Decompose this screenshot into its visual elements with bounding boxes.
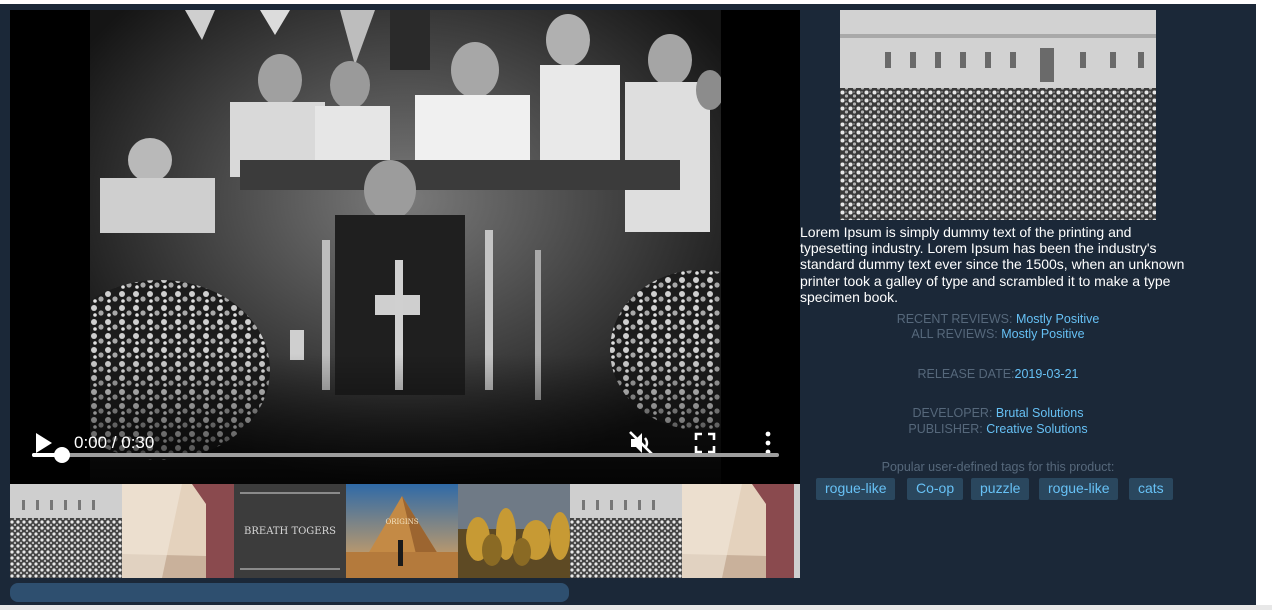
release-date-value: 2019-03-21 [1014, 367, 1079, 381]
tag-rogue-like[interactable]: rogue-like [1039, 478, 1119, 500]
tag-co-op[interactable]: Co-op [907, 478, 964, 500]
thumbnail-scrollbar-thumb[interactable] [10, 583, 569, 602]
window-frame-bottom [0, 605, 1272, 610]
release-date-row: RELEASE DATE:2019-03-21 [800, 366, 1196, 382]
release-date-label: RELEASE DATE: [917, 367, 1015, 381]
recent-reviews-row: RECENT REVIEWS: Mostly Positive [800, 311, 1196, 327]
thumbnail-image [122, 484, 234, 578]
all-reviews-label: ALL REVIEWS: [911, 327, 998, 341]
publisher-label: PUBLISHER: [908, 422, 983, 436]
thumbnail-room-corner[interactable] [122, 484, 234, 578]
thumbnail-image: BREATH TOGERS [234, 484, 346, 578]
thumbnail-crowd-palace[interactable] [10, 484, 122, 578]
thumbnail-image [682, 484, 794, 578]
thumbnail-strip: BREATH TOGERS ORIGINS [10, 484, 800, 578]
seek-bar[interactable] [32, 447, 779, 463]
thumbnail-room-corner[interactable] [682, 484, 794, 578]
window-frame-right [1256, 0, 1272, 610]
game-description: Lorem Ipsum is simply dummy text of the … [800, 224, 1185, 305]
play-button[interactable] [34, 431, 54, 455]
player-controls: 0:00 / 0:30 [10, 384, 800, 484]
all-reviews-link[interactable]: Mostly Positive [1001, 327, 1084, 341]
thumbnail-sign-text: ORIGINS [385, 518, 418, 526]
recent-reviews-link[interactable]: Mostly Positive [1016, 312, 1099, 326]
game-header-image [840, 10, 1156, 220]
thumbnail-image: ORIGINS [346, 484, 458, 578]
play-icon [36, 433, 52, 453]
tags-heading: Popular user-defined tags for this produ… [881, 460, 1115, 474]
header-image-crowd [840, 10, 1156, 220]
thumbnail-partial[interactable] [794, 484, 800, 578]
publisher-link[interactable]: Creative Solutions [986, 422, 1087, 436]
thumbnail-breath-titles[interactable]: BREATH TOGERS [234, 484, 346, 578]
thumbnail-image [458, 484, 570, 578]
thumbnail-title-text: BREATH TOGERS [244, 526, 336, 537]
seek-bar-handle[interactable] [53, 447, 70, 463]
video-player[interactable]: 0:00 / 0:30 [10, 10, 800, 484]
tag-puzzle[interactable]: puzzle [971, 478, 1030, 500]
time-display: 0:00 / 0:30 [74, 433, 155, 452]
thumbnail-image [794, 484, 800, 578]
tag-cats[interactable]: cats [1129, 478, 1173, 500]
developer-link[interactable]: Brutal Solutions [996, 406, 1084, 420]
window-frame-top [0, 0, 1272, 4]
publisher-row: PUBLISHER: Creative Solutions [800, 421, 1196, 437]
tag-rogue-like[interactable]: rogue-like [816, 478, 896, 500]
thumbnail-pyramids-game[interactable]: ORIGINS [346, 484, 458, 578]
recent-reviews-label: RECENT REVIEWS: [896, 312, 1013, 326]
developer-label: DEVELOPER: [912, 406, 993, 420]
fullscreen-icon [694, 432, 716, 454]
all-reviews-row: ALL REVIEWS: Mostly Positive [800, 326, 1196, 342]
thumbnail-scrollbar[interactable] [10, 580, 800, 602]
developer-row: DEVELOPER: Brutal Solutions [800, 405, 1196, 421]
fullscreen-button[interactable] [693, 431, 717, 455]
thumbnail-autumn-forest[interactable] [458, 484, 570, 578]
thumbnail-image [570, 484, 682, 578]
thumbnail-image [10, 484, 122, 578]
thumbnail-crowd-palace[interactable] [570, 484, 682, 578]
